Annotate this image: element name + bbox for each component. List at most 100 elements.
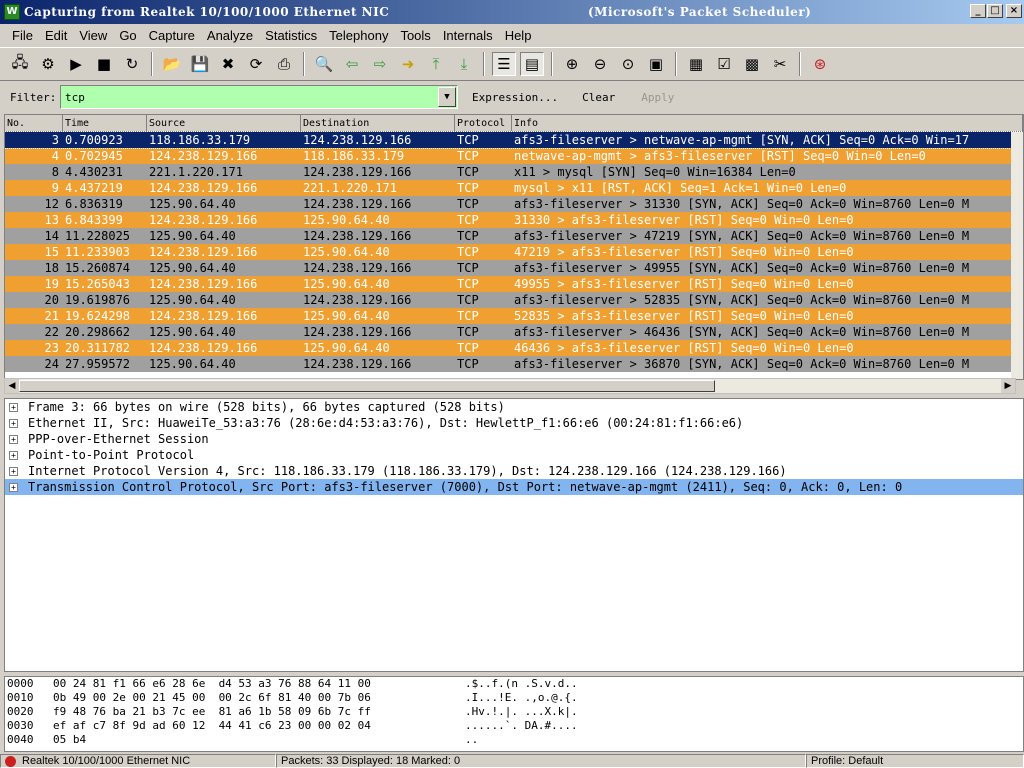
- hex-ascii[interactable]: ......`. DA.#....: [465, 719, 578, 733]
- hex-bytes[interactable]: 0b 49 00 2e 00 21 45 00 00 2c 6f 81 40 0…: [53, 691, 465, 705]
- close-file-icon[interactable]: ✖: [216, 52, 240, 76]
- hex-ascii[interactable]: .$..f.(n .S.v.d..: [465, 677, 578, 691]
- filter-input[interactable]: [61, 87, 435, 107]
- packet-bytes-pane[interactable]: 0000 00 24 81 f1 66 e6 28 6e d4 53 a3 76 …: [4, 676, 1024, 752]
- column-header-info[interactable]: Info: [512, 115, 1023, 132]
- packet-list[interactable]: No. Time Source Destination Protocol Inf…: [4, 114, 1024, 380]
- packet-row[interactable]: 8 4.430231 221.1.220.171 124.238.129.166 TCP…: [5, 164, 1023, 180]
- minimize-icon[interactable]: _: [970, 4, 986, 18]
- packet-row[interactable]: 15 11.233903 124.238.129.166 125.90.64.40 TC…: [5, 244, 1023, 260]
- expand-icon[interactable]: +: [9, 450, 18, 460]
- packet-row[interactable]: 19 15.265043 124.238.129.166 125.90.64.40 TC…: [5, 276, 1023, 292]
- packet-row[interactable]: 3 0.700923 118.186.33.179 124.238.129.166 TC…: [5, 131, 1023, 149]
- hex-offset[interactable]: 0030: [5, 719, 53, 733]
- colorize-list-icon[interactable]: ☰: [492, 52, 516, 76]
- expand-icon[interactable]: +: [9, 434, 18, 444]
- packet-row[interactable]: 12 6.836319 125.90.64.40 124.238.129.166 TCP…: [5, 196, 1023, 212]
- go-to-packet-icon[interactable]: ➜: [396, 52, 420, 76]
- hex-bytes[interactable]: 05 b4: [53, 733, 465, 747]
- packet-row[interactable]: 21 19.624298 124.238.129.166 125.90.64.40 TC…: [5, 308, 1023, 324]
- packet-row[interactable]: 9 4.437219 124.238.129.166 221.1.220.171 TCP…: [5, 180, 1023, 196]
- expand-icon[interactable]: +: [9, 402, 18, 412]
- hex-ascii[interactable]: ..: [465, 733, 478, 747]
- packet-row[interactable]: 14 11.228025 125.90.64.40 124.238.129.166 TC…: [5, 228, 1023, 244]
- column-header-protocol[interactable]: Protocol: [455, 115, 512, 132]
- capture-options-icon[interactable]: ⚙: [36, 52, 60, 76]
- packet-row[interactable]: 22 20.298662 125.90.64.40 124.238.129.166 TC…: [5, 324, 1023, 340]
- normal-size-icon[interactable]: ⊙: [616, 52, 640, 76]
- go-back-icon[interactable]: ⇦: [340, 52, 364, 76]
- column-header-source[interactable]: Source: [147, 115, 301, 132]
- go-first-packet-icon[interactable]: ⤒: [424, 52, 448, 76]
- expand-icon[interactable]: +: [9, 466, 18, 476]
- stop-capture-icon[interactable]: ■: [92, 52, 116, 76]
- packet-row[interactable]: 24 27.959572 125.90.64.40 124.238.129.166 TC…: [5, 356, 1023, 372]
- go-forward-icon[interactable]: ⇨: [368, 52, 392, 76]
- capture-filters-icon[interactable]: ▦: [684, 52, 708, 76]
- status-interface[interactable]: Realtek 10/100/1000 Ethernet NIC: [0, 754, 276, 768]
- scroll-left-icon[interactable]: ◀: [5, 379, 19, 393]
- column-header-no[interactable]: No.: [5, 115, 63, 132]
- resize-columns-icon[interactable]: ▣: [644, 52, 668, 76]
- detail-tree-item[interactable]: + Frame 3: 66 bytes on wire (528 bits), 6…: [5, 399, 1023, 415]
- menu-statistics[interactable]: Statistics: [259, 26, 323, 45]
- menu-tools[interactable]: Tools: [394, 26, 436, 45]
- open-file-icon[interactable]: 📂: [160, 52, 184, 76]
- coloring-rules-icon[interactable]: ▩: [740, 52, 764, 76]
- menu-analyze[interactable]: Analyze: [201, 26, 259, 45]
- reload-icon[interactable]: ⟳: [244, 52, 268, 76]
- hex-offset[interactable]: 0020: [5, 705, 53, 719]
- close-icon[interactable]: ×: [1006, 4, 1022, 18]
- capture-status-icon[interactable]: [5, 755, 16, 767]
- apply-button[interactable]: Apply: [635, 91, 680, 104]
- preferences-icon[interactable]: ✂: [768, 52, 792, 76]
- packet-row[interactable]: 23 20.311782 124.238.129.166 125.90.64.40 TC…: [5, 340, 1023, 356]
- menu-telephony[interactable]: Telephony: [323, 26, 394, 45]
- auto-scroll-icon[interactable]: ▤: [520, 52, 544, 76]
- scroll-right-icon[interactable]: ▶: [1001, 379, 1015, 393]
- zoom-out-icon[interactable]: ⊖: [588, 52, 612, 76]
- menu-internals[interactable]: Internals: [437, 26, 499, 45]
- menu-file[interactable]: File: [6, 26, 39, 45]
- wireshark-app-icon[interactable]: W: [4, 4, 20, 20]
- hex-bytes[interactable]: 00 24 81 f1 66 e6 28 6e d4 53 a3 76 88 6…: [53, 677, 465, 691]
- menu-view[interactable]: View: [73, 26, 113, 45]
- packet-details-tree[interactable]: + Frame 3: 66 bytes on wire (528 bits), 6…: [4, 398, 1024, 672]
- display-filters-icon[interactable]: ☑: [712, 52, 736, 76]
- menu-help[interactable]: Help: [499, 26, 538, 45]
- expand-icon[interactable]: +: [9, 482, 18, 492]
- menu-go[interactable]: Go: [113, 26, 142, 45]
- packet-row[interactable]: 20 19.619876 125.90.64.40 124.238.129.166 TC…: [5, 292, 1023, 308]
- packet-row[interactable]: 18 15.260874 125.90.64.40 124.238.129.166 TC…: [5, 260, 1023, 276]
- scroll-thumb[interactable]: [19, 380, 715, 392]
- print-icon[interactable]: ⎙: [272, 52, 296, 76]
- expression-button[interactable]: Expression...: [466, 91, 564, 104]
- detail-tree-item[interactable]: + Point-to-Point Protocol: [5, 447, 1023, 463]
- go-last-packet-icon[interactable]: ⤓: [452, 52, 476, 76]
- column-header-destination[interactable]: Destination: [301, 115, 455, 132]
- hex-offset[interactable]: 0040: [5, 733, 53, 747]
- detail-tree-item[interactable]: + Transmission Control Protocol, Src Port…: [5, 479, 1023, 495]
- packet-row[interactable]: 13 6.843399 124.238.129.166 125.90.64.40 TCP…: [5, 212, 1023, 228]
- packet-list-horizontal-scrollbar[interactable]: ◀ ▶: [4, 378, 1016, 394]
- hex-ascii[interactable]: .I...!E. .,o.@.{.: [465, 691, 578, 705]
- menu-edit[interactable]: Edit: [39, 26, 73, 45]
- help-icon[interactable]: ⊛: [808, 52, 832, 76]
- menu-capture[interactable]: Capture: [143, 26, 201, 45]
- detail-tree-item[interactable]: + Ethernet II, Src: HuaweiTe_53:a3:76 (28…: [5, 415, 1023, 431]
- restart-capture-icon[interactable]: ↻: [120, 52, 144, 76]
- detail-tree-item[interactable]: + Internet Protocol Version 4, Src: 118.1…: [5, 463, 1023, 479]
- expand-icon[interactable]: +: [9, 418, 18, 428]
- status-profile[interactable]: Profile: Default: [806, 754, 1024, 768]
- interfaces-icon[interactable]: 🖧: [8, 52, 32, 76]
- hex-ascii[interactable]: .Hv.!.|. ...X.k|.: [465, 705, 578, 719]
- detail-tree-item[interactable]: + PPP-over-Ethernet Session: [5, 431, 1023, 447]
- packet-list-vertical-scrollbar[interactable]: [1011, 132, 1023, 379]
- filter-combobox[interactable]: ▼: [60, 85, 458, 109]
- zoom-in-icon[interactable]: ⊕: [560, 52, 584, 76]
- maximize-icon[interactable]: □: [987, 4, 1003, 18]
- chevron-down-icon[interactable]: ▼: [438, 87, 456, 107]
- hex-bytes[interactable]: f9 48 76 ba 21 b3 7c ee 81 a6 1b 58 09 6…: [53, 705, 465, 719]
- hex-offset[interactable]: 0000: [5, 677, 53, 691]
- packet-row[interactable]: 4 0.702945 124.238.129.166 118.186.33.179 TC…: [5, 148, 1023, 164]
